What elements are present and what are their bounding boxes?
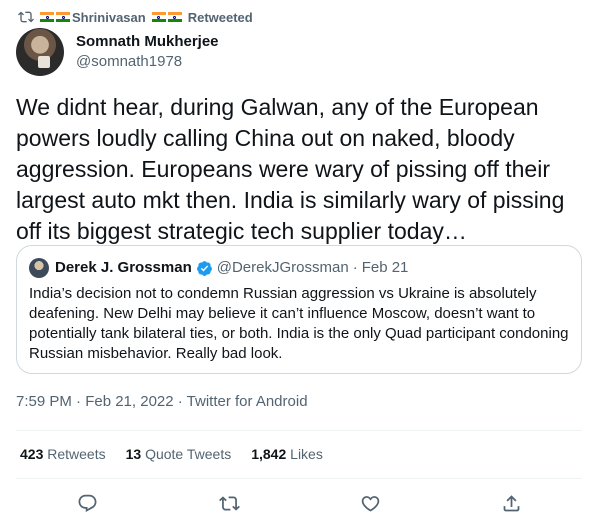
divider bbox=[16, 430, 582, 431]
author-display-name[interactable]: Somnath Mukherjee bbox=[76, 32, 219, 52]
stat-count: 13 bbox=[125, 446, 142, 462]
quoted-display-name: Derek J. Grossman bbox=[55, 259, 192, 276]
author-handle[interactable]: @somnath1978 bbox=[76, 52, 219, 72]
heart-icon bbox=[361, 495, 379, 512]
india-flag-icon bbox=[40, 12, 54, 22]
retweets-stat[interactable]: 423 Retweets bbox=[20, 444, 106, 464]
stat-label: Likes bbox=[290, 446, 323, 462]
tweet-author: Somnath Mukherjee @somnath1978 bbox=[16, 28, 219, 76]
quoted-tweet[interactable]: Derek J. Grossman @DerekJGrossman · Feb … bbox=[16, 245, 582, 374]
like-button[interactable] bbox=[359, 492, 381, 514]
verified-badge-icon bbox=[196, 260, 212, 276]
share-icon bbox=[503, 494, 519, 511]
quoted-handle: @DerekJGrossman bbox=[216, 259, 349, 276]
retweet-context: Shrinivasan Retweeted bbox=[18, 8, 253, 26]
reply-icon bbox=[78, 494, 96, 512]
stat-label: Quote Tweets bbox=[145, 446, 232, 462]
tweet-actions bbox=[0, 490, 598, 520]
stat-count: 1,842 bbox=[251, 446, 287, 462]
quoted-tweet-header: Derek J. Grossman @DerekJGrossman · Feb … bbox=[29, 258, 569, 278]
tweet-text: We didnt hear, during Galwan, any of the… bbox=[16, 94, 565, 244]
retweeter-name-group[interactable]: Shrinivasan bbox=[40, 10, 182, 25]
retweet-icon bbox=[218, 495, 240, 511]
retweeted-label: Retweeted bbox=[187, 9, 253, 25]
stat-count: 423 bbox=[20, 446, 44, 462]
share-button[interactable] bbox=[500, 492, 522, 514]
avatar[interactable] bbox=[16, 28, 64, 76]
retweeter-name[interactable]: Shrinivasan bbox=[72, 10, 146, 25]
india-flag-icon bbox=[56, 12, 70, 22]
india-flag-icon bbox=[167, 12, 182, 22]
divider bbox=[16, 478, 582, 479]
likes-stat[interactable]: 1,842 Likes bbox=[251, 444, 323, 464]
quoted-separator: · bbox=[352, 259, 358, 276]
reply-button[interactable] bbox=[76, 492, 98, 514]
india-flag-icon bbox=[151, 12, 166, 22]
retweet-icon bbox=[18, 11, 34, 23]
quoted-date: Feb 21 bbox=[361, 259, 409, 276]
tweet-timestamp[interactable]: 7:59 PM · Feb 21, 2022 · Twitter for And… bbox=[16, 392, 308, 412]
quoted-tweet-text: India’s decision not to condemn Russian … bbox=[29, 285, 569, 362]
quote-tweets-stat[interactable]: 13 Quote Tweets bbox=[126, 444, 232, 464]
quoted-avatar bbox=[29, 258, 49, 278]
retweet-button[interactable] bbox=[218, 492, 240, 514]
engagement-stats: 423 Retweets 13 Quote Tweets 1,842 Likes bbox=[20, 444, 343, 464]
stat-label: Retweets bbox=[47, 446, 106, 462]
author-names: Somnath Mukherjee @somnath1978 bbox=[76, 32, 219, 72]
